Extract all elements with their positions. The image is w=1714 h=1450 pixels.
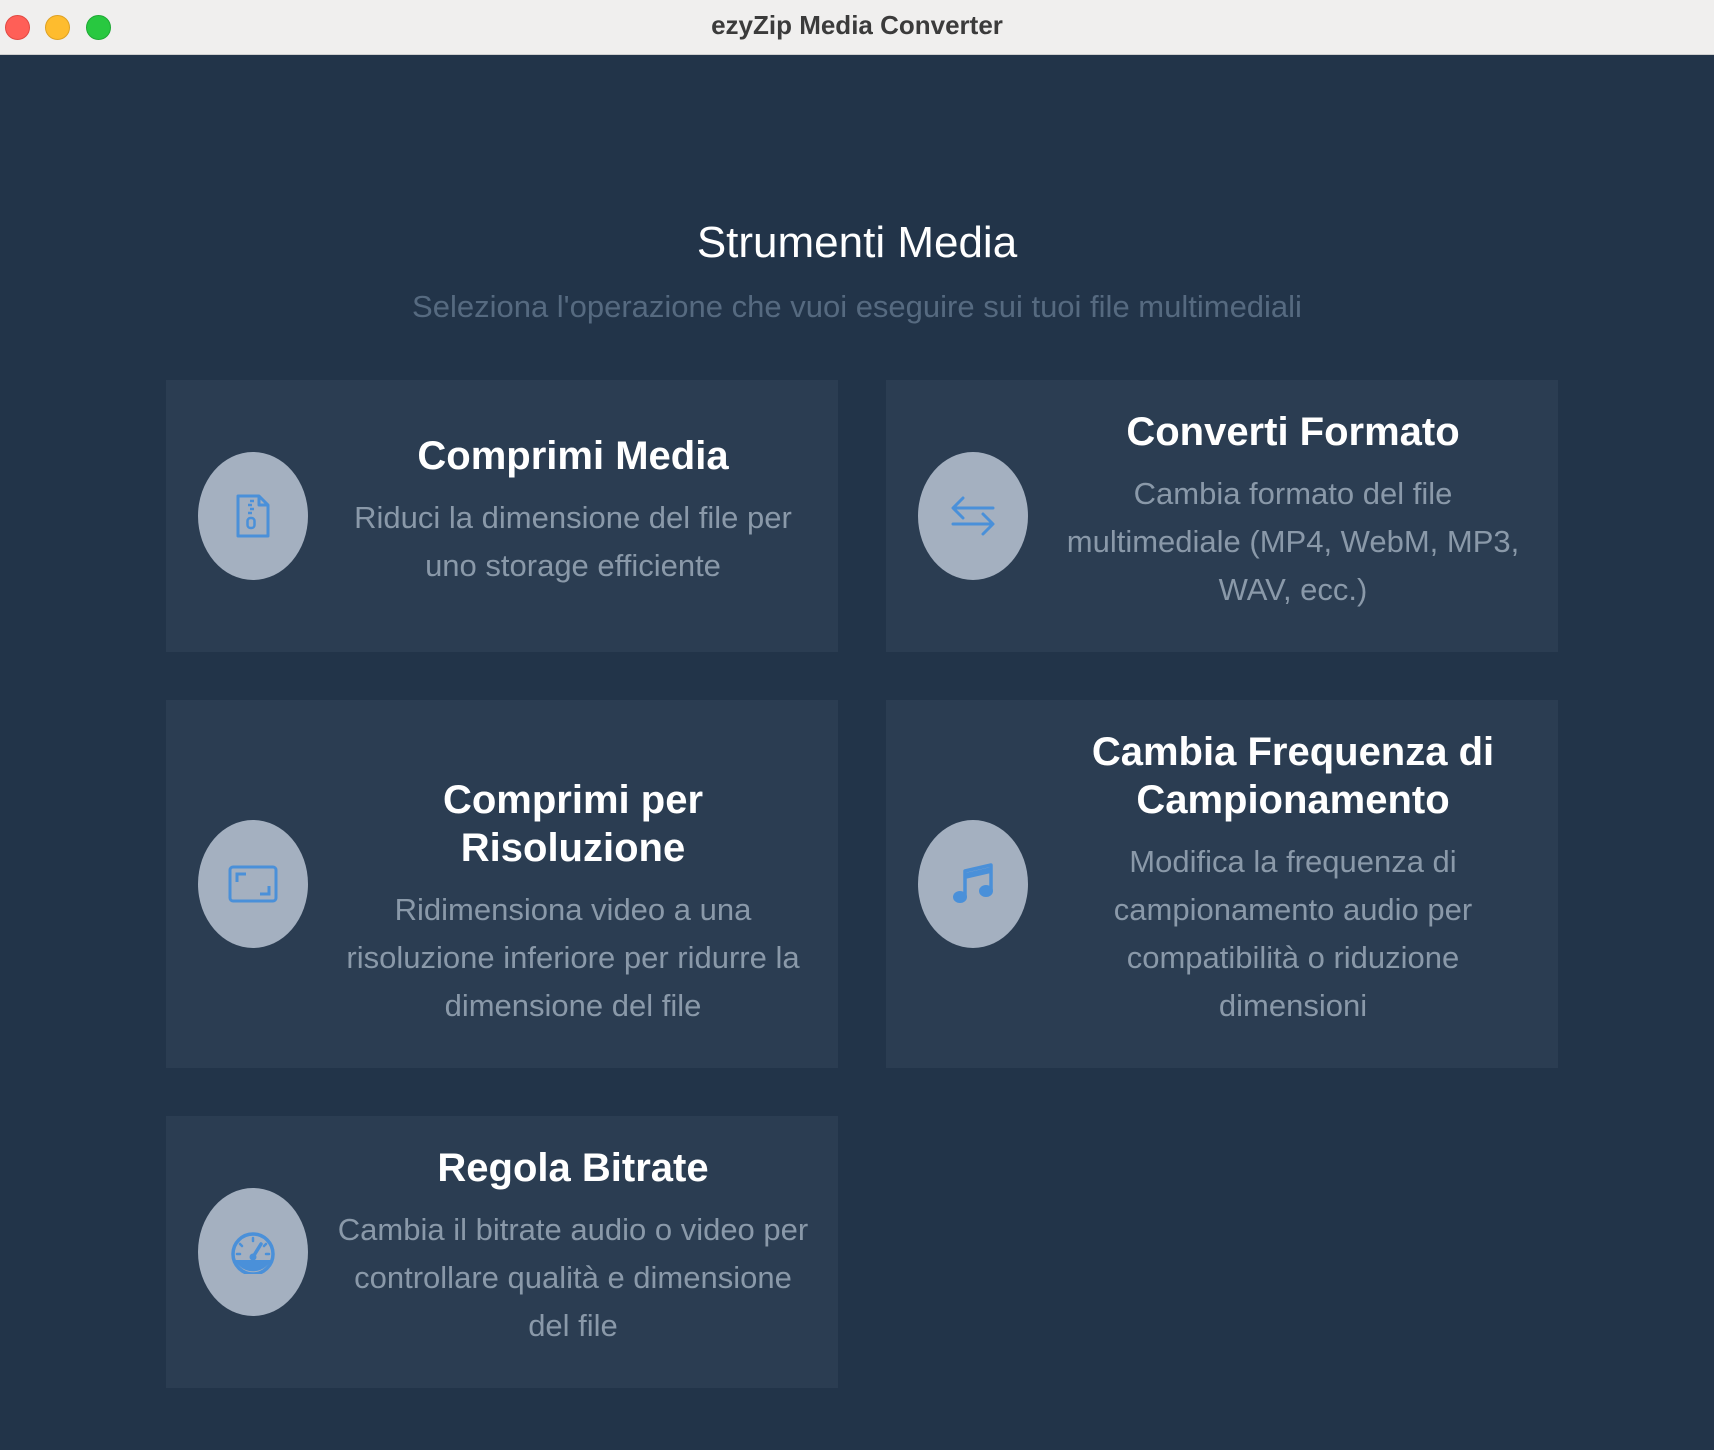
gauge-icon [231, 1232, 275, 1274]
tool-card-text: Regola Bitrate Cambia il bitrate audio o… [336, 1144, 810, 1350]
resize-frame-icon [228, 865, 278, 903]
music-note-icon [953, 863, 993, 903]
tool-card-title: Comprimi Media [417, 434, 729, 478]
tool-card-title: Converti Formato [1126, 410, 1460, 454]
tool-card-description: Cambia formato del file multimediale (MP… [1066, 476, 1520, 607]
tool-card-text: Comprimi per Risoluzione Ridimensiona vi… [336, 776, 810, 1030]
tool-icon-badge [918, 452, 1028, 580]
tool-icon-badge [198, 1188, 308, 1316]
tool-card-convert-format[interactable]: Converti Formato Cambia formato del file… [886, 380, 1558, 652]
app-window: ezyZip Media Converter Strumenti Media S… [0, 0, 1714, 1450]
tool-card-title: Cambia Frequenza di Campionamento [1091, 730, 1495, 822]
tool-card-compress-resolution[interactable]: Comprimi per Risoluzione Ridimensiona vi… [166, 700, 838, 1068]
tool-card-title: Comprimi per Risoluzione [442, 778, 704, 870]
tool-card-description: Modifica la frequenza di campionamento a… [1113, 844, 1473, 1023]
tool-card-text: Comprimi Media Riduci la dimensione del … [336, 432, 810, 590]
tool-icon-badge [918, 820, 1028, 948]
tool-card-description: Cambia il bitrate audio o video per cont… [337, 1212, 809, 1343]
tool-card-description: Riduci la dimensione del file per uno st… [354, 500, 792, 583]
tool-card-text: Cambia Frequenza di Campionamento Modifi… [1056, 728, 1530, 1030]
page-subtitle: Seleziona l'operazione che vuoi eseguire… [412, 289, 1302, 324]
tool-card-compress-media[interactable]: Comprimi Media Riduci la dimensione del … [166, 380, 838, 652]
tool-card-title: Regola Bitrate [437, 1146, 709, 1190]
main-content: Strumenti Media Seleziona l'operazione c… [0, 56, 1714, 1450]
page-title: Strumenti Media [696, 218, 1018, 267]
title-bar: ezyZip Media Converter [0, 0, 1714, 55]
tool-icon-badge [198, 452, 308, 580]
zip-file-icon [236, 494, 270, 538]
tool-card-description: Ridimensiona video a una risoluzione inf… [346, 892, 800, 1023]
tool-card-text: Converti Formato Cambia formato del file… [1056, 408, 1530, 614]
tool-card-sample-rate[interactable]: Cambia Frequenza di Campionamento Modifi… [886, 700, 1558, 1068]
tool-icon-badge [198, 820, 308, 948]
swap-arrows-icon [951, 496, 995, 536]
tool-card-bitrate[interactable]: Regola Bitrate Cambia il bitrate audio o… [166, 1116, 838, 1388]
window-title: ezyZip Media Converter [711, 10, 1003, 40]
